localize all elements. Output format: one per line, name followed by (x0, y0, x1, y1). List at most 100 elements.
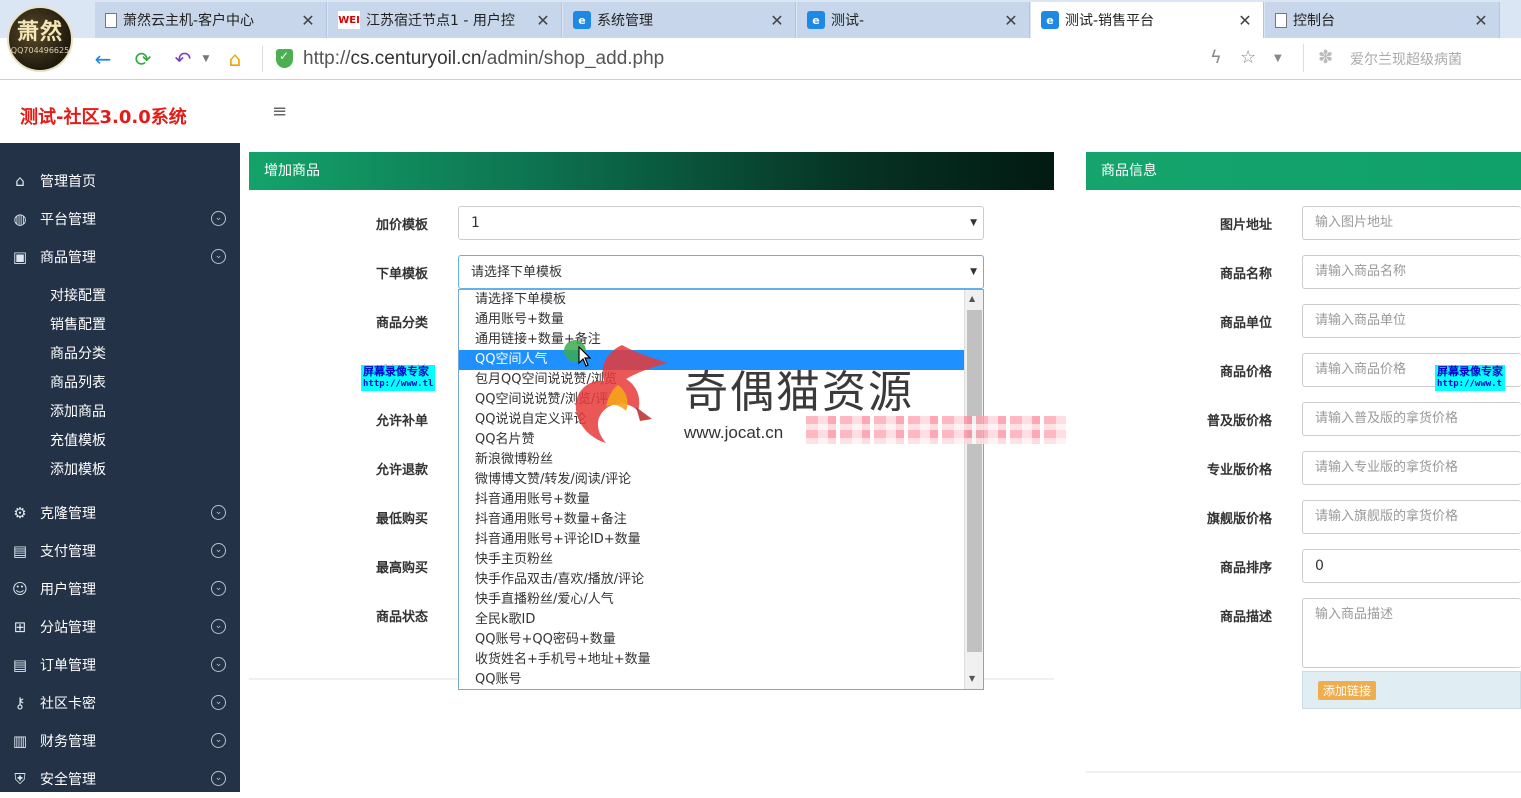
dropdown-option[interactable]: 全民k歌ID (459, 610, 964, 630)
min-buy-label: 最低购买 (375, 512, 428, 527)
chevron-down-icon: ⌄ (211, 695, 226, 710)
sidebar-item[interactable]: ⌂ 管理首页 (0, 162, 240, 200)
sidebar-item-label: 用户管理 (40, 582, 96, 598)
description-textarea[interactable]: 输入商品描述 (1302, 598, 1521, 668)
dropdown-option[interactable]: 快手直播粉丝/爱心/人气 (459, 590, 964, 610)
info-field-label: 普及版价格 (1206, 414, 1272, 429)
sidebar-item[interactable]: ◍ 平台管理 ⌄ (0, 200, 240, 238)
dropdown-option[interactable]: 抖音通用账号+数量+备注 (459, 510, 964, 530)
info-field-input[interactable]: 请输入普及版的拿货价格 (1302, 402, 1521, 436)
price-template-select[interactable]: 1 ▼ (458, 206, 984, 240)
dropdown-option[interactable]: 抖音通用账号+评论ID+数量 (459, 530, 964, 550)
users-icon: ☺ (12, 580, 28, 598)
close-icon[interactable]: ✕ (1473, 11, 1489, 30)
undo-menu-chevron-icon[interactable]: ▼ (193, 46, 219, 72)
browser-tab[interactable]: e 系统管理 ✕ (563, 2, 796, 38)
dropdown-option[interactable]: 通用链接+数量+备注 (459, 330, 964, 350)
browser-tab[interactable]: e 测试-销售平台 ✕ (1031, 2, 1264, 38)
price-template-value: 1 (471, 215, 480, 231)
dropdown-option[interactable]: 抖音通用账号+数量 (459, 490, 964, 510)
scroll-down-icon[interactable]: ▼ (969, 674, 975, 683)
dropdown-option[interactable]: 通用账号+数量 (459, 310, 964, 330)
dropdown-option[interactable]: QQ账号+QQ密码+数量 (459, 630, 964, 650)
sort-input[interactable]: 0 (1302, 549, 1521, 583)
sidebar-item[interactable]: ▤ 订单管理 ⌄ (0, 646, 240, 684)
home-icon[interactable]: ⌂ (222, 46, 248, 72)
recorder-title: 屏幕录像专家 (1437, 365, 1503, 378)
menu-toggle-icon[interactable]: ≡ (272, 101, 287, 122)
dropdown-option[interactable]: 快手作品双击/喜欢/播放/评论 (459, 570, 964, 590)
sidebar-item[interactable]: ⊞ 分站管理 ⌄ (0, 608, 240, 646)
close-icon[interactable]: ✕ (535, 11, 551, 30)
sidebar-item[interactable]: ⚙ 克隆管理 ⌄ (0, 494, 240, 532)
info-field-input[interactable]: 请输入旗舰版的拿货价格 (1302, 500, 1521, 534)
list-icon: ▤ (12, 656, 28, 674)
panel-title: 增加商品 (249, 152, 1054, 190)
sidebar-subitem[interactable]: 添加模板 (50, 456, 106, 485)
chevron-down-icon: ⌄ (211, 211, 226, 226)
url-host: cs.centuryoil.cn (350, 48, 482, 69)
info-field-input[interactable]: 请输入专业版的拿货价格 (1302, 451, 1521, 485)
jocat-logo (575, 345, 668, 443)
order-template-value: 请选择下单模板 (471, 265, 563, 280)
sidebar-item[interactable]: ▥ 财务管理 ⌄ (0, 722, 240, 760)
search-hint[interactable]: 爱尔兰现超级病菌 (1350, 49, 1462, 69)
sidebar-subitem[interactable]: 商品列表 (50, 369, 106, 398)
chevron-down-icon: ⌄ (211, 619, 226, 634)
chevron-down-icon: ⌄ (211, 657, 226, 672)
allow-refund-label: 允许退款 (375, 463, 428, 478)
scroll-up-icon[interactable]: ▲ (969, 294, 975, 303)
dropdown-option[interactable]: 快手主页粉丝 (459, 550, 964, 570)
url-field[interactable]: http://cs.centuryoil.cn/admin/shop_add.p… (303, 48, 664, 70)
chevron-down-icon[interactable]: ▼ (1274, 53, 1282, 64)
sidebar-subitem[interactable]: 销售配置 (50, 311, 106, 340)
dropdown-scrollbar[interactable]: ▲ ▼ (964, 290, 983, 689)
user-avatar[interactable]: 萧然 QQ704496625 (7, 6, 73, 72)
sidebar-item[interactable]: ▤ 支付管理 ⌄ (0, 532, 240, 570)
paw-icon[interactable]: ✽ (1318, 47, 1333, 68)
secure-shield-icon[interactable] (276, 49, 293, 68)
scrollbar-thumb[interactable] (967, 310, 982, 652)
sidebar-subitem[interactable]: 对接配置 (50, 282, 106, 311)
order-template-dropdown[interactable]: 请选择下单模板 通用账号+数量 通用链接+数量+备注 QQ空间人气 包月QQ空间说说赞/… (458, 289, 984, 690)
browser-tab[interactable]: 萧然云主机-客户中心 ✕ (95, 2, 327, 38)
dropdown-option[interactable]: 新浪微博粉丝 (459, 450, 964, 470)
chevron-down-icon: ▼ (970, 267, 977, 277)
sidebar-item-label: 克隆管理 (40, 506, 96, 522)
info-field-placeholder: 请输入普及版的拿货价格 (1315, 411, 1459, 426)
info-field-input[interactable]: 输入图片地址 (1302, 206, 1521, 240)
close-icon[interactable]: ✕ (1237, 11, 1253, 30)
doc-icon (105, 12, 117, 28)
sidebar-item-label: 社区卡密 (40, 696, 96, 712)
browser-tab-bar: 萧然 QQ704496625 萧然云主机-客户中心 ✕ WEI 江苏宿迁节点1 - 用… (0, 0, 1521, 72)
add-link-button[interactable]: 添加链接 (1318, 681, 1377, 700)
info-field-input[interactable]: 请输入商品名称 (1302, 255, 1521, 289)
dropdown-option[interactable]: QQ账号 (459, 670, 964, 689)
close-icon[interactable]: ✕ (1003, 11, 1019, 30)
browser-tab[interactable]: e 测试- ✕ (797, 2, 1030, 38)
order-template-select[interactable]: 请选择下单模板 ▼ (458, 255, 984, 289)
app-brand: 测试-社区3.0.0系统 (20, 107, 187, 128)
browser-tab[interactable]: WEI 江苏宿迁节点1 - 用户控 ✕ (328, 2, 562, 38)
sidebar-subitem[interactable]: 充值模板 (50, 427, 106, 456)
sidebar-item-label: 支付管理 (40, 544, 96, 560)
sidebar-item[interactable]: ☺ 用户管理 ⌄ (0, 570, 240, 608)
sidebar-item[interactable]: ▣ 商品管理 ⌄ (0, 238, 240, 276)
site-icon: e (807, 11, 825, 29)
dropdown-option[interactable]: 收货姓名+手机号+地址+数量 (459, 650, 964, 670)
sidebar-item[interactable]: ⛨ 安全管理 ⌄ (0, 760, 240, 798)
reload-icon[interactable]: ⟳ (130, 46, 156, 72)
lightning-icon[interactable]: ϟ (1210, 47, 1222, 68)
close-icon[interactable]: ✕ (300, 11, 316, 30)
close-icon[interactable]: ✕ (769, 11, 785, 30)
browser-tab[interactable]: 控制台 ✕ (1265, 2, 1500, 38)
star-icon[interactable]: ☆ (1240, 47, 1256, 68)
sidebar-subitem[interactable]: 添加商品 (50, 398, 106, 427)
sidebar-subitem[interactable]: 商品分类 (50, 340, 106, 369)
price-template-label: 加价模板 (375, 218, 428, 233)
info-field-input[interactable]: 请输入商品单位 (1302, 304, 1521, 338)
dropdown-option[interactable]: 请选择下单模板 (459, 290, 964, 310)
back-icon[interactable]: ← (90, 46, 116, 72)
dropdown-option[interactable]: 微博博文赞/转发/阅读/评论 (459, 470, 964, 490)
sidebar-item[interactable]: ⚷ 社区卡密 ⌄ (0, 684, 240, 722)
